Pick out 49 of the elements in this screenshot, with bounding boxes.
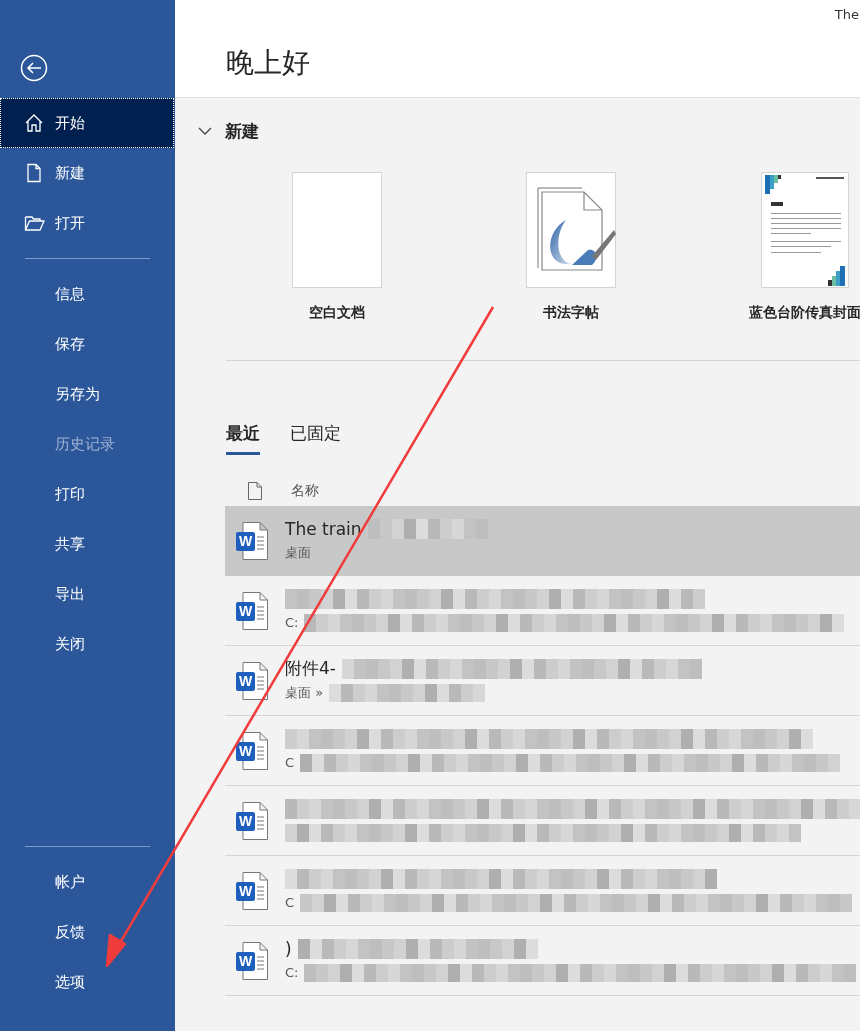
sidebar-item[interactable]: 帐户 xyxy=(0,857,174,907)
word-badge: W xyxy=(236,811,255,831)
file-path: 桌面 xyxy=(285,543,311,562)
recent-file-row[interactable]: W The train 桌面 xyxy=(225,506,860,576)
file-path: C: xyxy=(285,965,299,980)
word-badge: W xyxy=(236,881,255,901)
column-header[interactable]: 名称 xyxy=(291,482,319,500)
file-name: 附件4- xyxy=(285,657,336,680)
sidebar-item[interactable]: 另存为 xyxy=(0,369,174,419)
document-icon xyxy=(247,481,263,501)
file-name: The train xyxy=(285,518,362,539)
greeting-heading: 晚上好 xyxy=(226,49,310,77)
template-label[interactable]: 空白文档 xyxy=(309,304,365,322)
tab[interactable]: 已固定 xyxy=(290,422,341,455)
sidebar-item[interactable]: 打印 xyxy=(0,469,174,519)
recent-file-row[interactable]: W C xyxy=(225,716,860,786)
file-path: C xyxy=(285,755,295,770)
sidebar-item[interactable]: 关闭 xyxy=(0,619,174,669)
sidebar-item[interactable]: 共享 xyxy=(0,519,174,569)
word-badge: W xyxy=(236,951,255,971)
file-name: ) xyxy=(285,938,292,959)
recent-file-row[interactable]: W ) C: xyxy=(225,926,860,996)
file-path: C xyxy=(285,895,295,910)
sidebar-item[interactable]: 信息 xyxy=(0,269,174,319)
sidebar-item[interactable]: 新建 xyxy=(0,148,174,198)
sidebar-item[interactable]: 开始 xyxy=(0,98,174,148)
sidebar-item[interactable]: 反馈 xyxy=(0,907,174,957)
template-label[interactable]: 书法字帖 xyxy=(543,304,599,322)
word-badge: W xyxy=(236,601,255,621)
sidebar-item[interactable]: 导出 xyxy=(0,569,174,619)
sidebar-item[interactable]: 选项 xyxy=(0,957,174,1007)
section-title: 新建 xyxy=(225,119,259,143)
sidebar-item[interactable]: 保存 xyxy=(0,319,174,369)
window-title: The xyxy=(834,7,859,22)
tab[interactable]: 最近 xyxy=(226,422,260,455)
recent-file-row[interactable]: W 附件4- 桌面 » xyxy=(225,646,860,716)
back-icon[interactable] xyxy=(19,53,49,83)
template-label[interactable]: 蓝色台阶传真封面 xyxy=(749,304,860,322)
recent-file-row[interactable]: W xyxy=(225,786,860,856)
file-path: 桌面 » xyxy=(285,683,324,702)
recent-file-row[interactable]: W C xyxy=(225,856,860,926)
home-icon xyxy=(24,113,44,133)
file-path: C: xyxy=(285,615,299,630)
recent-file-row[interactable]: W C: xyxy=(225,576,860,646)
word-badge: W xyxy=(236,671,255,691)
document-icon xyxy=(24,163,44,183)
sidebar-item[interactable]: 打开 xyxy=(0,198,174,248)
folder-icon xyxy=(24,213,46,233)
word-badge: W xyxy=(236,531,255,551)
